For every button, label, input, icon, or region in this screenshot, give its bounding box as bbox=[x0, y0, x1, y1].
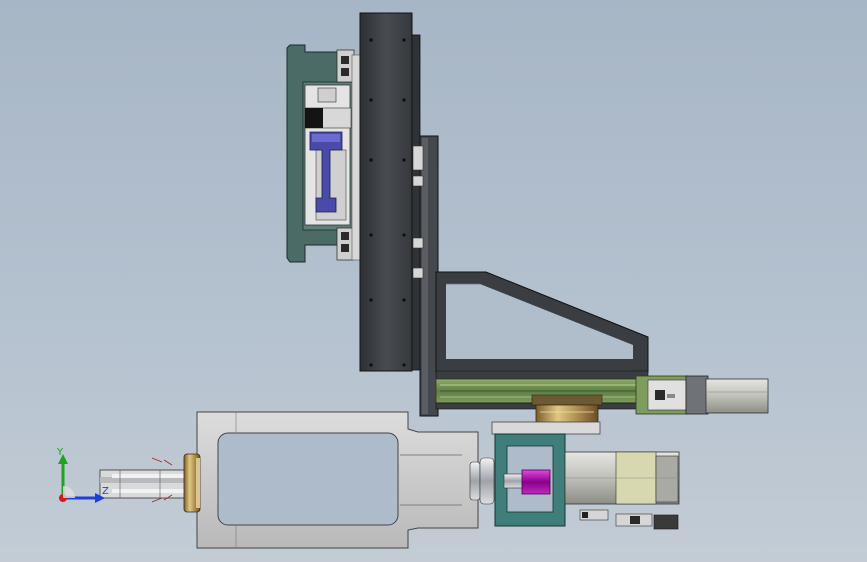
bearing-ring[interactable] bbox=[183, 453, 201, 513]
bolt-hole bbox=[402, 158, 406, 162]
c-frame[interactable] bbox=[196, 411, 479, 549]
linear-guide-bottom bbox=[336, 227, 355, 261]
sensor-block bbox=[305, 108, 323, 128]
shaft-disc[interactable] bbox=[469, 457, 495, 505]
coordinate-triad bbox=[58, 454, 105, 503]
bolt-hole bbox=[369, 233, 373, 237]
triangular-gusset[interactable] bbox=[435, 271, 649, 373]
slide-motor[interactable] bbox=[685, 375, 769, 415]
bolt-hole bbox=[402, 298, 406, 302]
bolt-hole bbox=[402, 38, 406, 42]
slide-end-block[interactable] bbox=[635, 375, 689, 415]
linear-guide-top bbox=[336, 49, 355, 83]
tool-shaft[interactable] bbox=[99, 469, 189, 499]
cad-viewport[interactable]: Y Z bbox=[0, 0, 867, 562]
mounting-plate[interactable] bbox=[359, 12, 421, 372]
axis-z-label: Z bbox=[102, 486, 109, 497]
servo-motor[interactable] bbox=[564, 451, 680, 505]
slide-carriage[interactable] bbox=[531, 394, 603, 424]
guide-rail bbox=[351, 54, 361, 261]
bolt-hole bbox=[369, 298, 373, 302]
bolt-hole bbox=[402, 363, 406, 367]
bolt-hole bbox=[369, 363, 373, 367]
axis-y-label: Y bbox=[56, 447, 64, 458]
bolt-hole bbox=[402, 98, 406, 102]
bolt-hole bbox=[369, 98, 373, 102]
bolt-hole bbox=[369, 38, 373, 42]
motor-connectors bbox=[579, 509, 679, 530]
bolt-hole bbox=[369, 158, 373, 162]
bolt-hole bbox=[402, 233, 406, 237]
